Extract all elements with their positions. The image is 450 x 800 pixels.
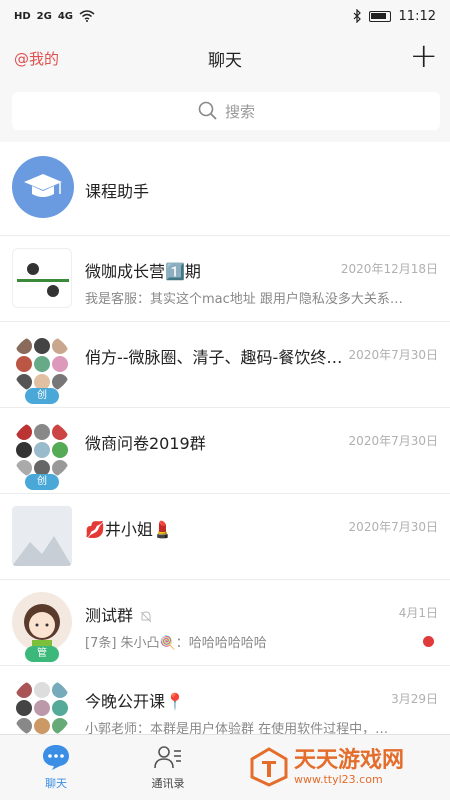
chat-date: 4月1日 xyxy=(398,606,438,620)
battery-icon xyxy=(368,10,391,22)
chat-name: 💋井小姐💄 xyxy=(85,520,173,539)
watermark-logo-icon xyxy=(250,747,288,787)
chat-date: 3月29日 xyxy=(391,692,438,706)
group-avatar xyxy=(12,420,72,480)
mountain-image-icon xyxy=(12,536,72,566)
chat-item[interactable]: 课程助手 xyxy=(0,142,450,236)
chat-date: 2020年7月30日 xyxy=(348,520,438,534)
search-icon xyxy=(198,101,217,120)
contacts-icon xyxy=(154,746,181,769)
chat-name: 俏方--微脉圈、清子、趣码-餐饮终… xyxy=(85,348,343,367)
signal-2g-label: 2G xyxy=(36,10,52,22)
tab-contacts[interactable]: 通讯录 xyxy=(118,743,218,791)
chat-item[interactable]: 管 测试群 4月1日 [7条] 朱小凸🍭：哈哈哈哈哈哈 xyxy=(0,580,450,666)
chat-preview: [7条] 朱小凸🍭：哈哈哈哈哈哈 xyxy=(85,636,267,651)
group-logo-icon xyxy=(17,259,69,299)
mute-icon xyxy=(140,610,152,622)
avatar xyxy=(12,592,72,652)
wifi-icon xyxy=(79,10,95,22)
girl-avatar-icon xyxy=(24,604,60,646)
chat-date: 2020年7月30日 xyxy=(348,434,438,448)
chat-date: 2020年7月30日 xyxy=(348,348,438,362)
chat-name: 测试群 xyxy=(85,602,153,626)
chat-bubble-icon xyxy=(43,745,69,770)
admin-badge: 管 xyxy=(25,646,59,662)
hd-icon: HD xyxy=(14,10,31,22)
tab-contacts-label: 通讯录 xyxy=(151,777,185,790)
avatar xyxy=(12,506,72,566)
watermark-name: 天天游戏网 xyxy=(294,747,405,773)
creator-badge: 创 xyxy=(25,388,59,404)
chat-name: 微商问卷2019群 xyxy=(85,434,206,453)
creator-badge: 创 xyxy=(25,474,59,490)
chat-item[interactable]: 微咖成长营1️⃣期 2020年12月18日 我是客服：其实这个mac地址 跟用户… xyxy=(0,236,450,322)
unread-dot xyxy=(423,636,434,647)
group-avatar xyxy=(12,678,72,738)
chat-name: 课程助手 xyxy=(85,182,150,201)
search-placeholder: 搜索 xyxy=(224,102,255,121)
avatar xyxy=(12,248,72,308)
avatar xyxy=(12,156,74,218)
nav-bar: @我的 聊天 + xyxy=(0,32,450,84)
bluetooth-icon xyxy=(353,9,361,23)
chat-list: 课程助手 微咖成长营1️⃣期 2020年12月18日 我是客服：其实这个mac地… xyxy=(0,142,450,752)
chat-name: 微咖成长营1️⃣期 xyxy=(85,262,201,281)
status-bar: HD 2G 4G 11:12 xyxy=(0,0,450,32)
chat-name: 今晚公开课📍 xyxy=(85,692,185,711)
tab-bar: 聊天 通讯录 天天游戏网 www.ttyl23.com xyxy=(0,734,450,800)
signal-4g-label: 4G xyxy=(57,10,74,22)
tab-chat-label: 聊天 xyxy=(45,777,67,790)
chat-item[interactable]: 创 微商问卷2019群 2020年7月30日 xyxy=(0,408,450,494)
search-input[interactable]: 搜索 xyxy=(12,92,440,130)
graduation-cap-icon xyxy=(24,174,62,197)
watermark-url: www.ttyl23.com xyxy=(294,772,383,786)
watermark: 天天游戏网 www.ttyl23.com xyxy=(250,740,440,794)
chat-item[interactable]: 创 俏方--微脉圈、清子、趣码-餐饮终… 2020年7月30日 xyxy=(0,322,450,408)
chat-date: 2020年12月18日 xyxy=(340,262,438,276)
add-button[interactable]: + xyxy=(410,38,439,74)
chat-item[interactable]: 💋井小姐💄 2020年7月30日 xyxy=(0,494,450,580)
page-title: 聊天 xyxy=(208,51,242,71)
clock: 11:12 xyxy=(398,8,436,24)
chat-preview: 我是客服：其实这个mac地址 跟用户隐私没多大关系… xyxy=(85,292,403,307)
group-avatar xyxy=(12,334,72,394)
tab-chat[interactable]: 聊天 xyxy=(6,743,106,791)
